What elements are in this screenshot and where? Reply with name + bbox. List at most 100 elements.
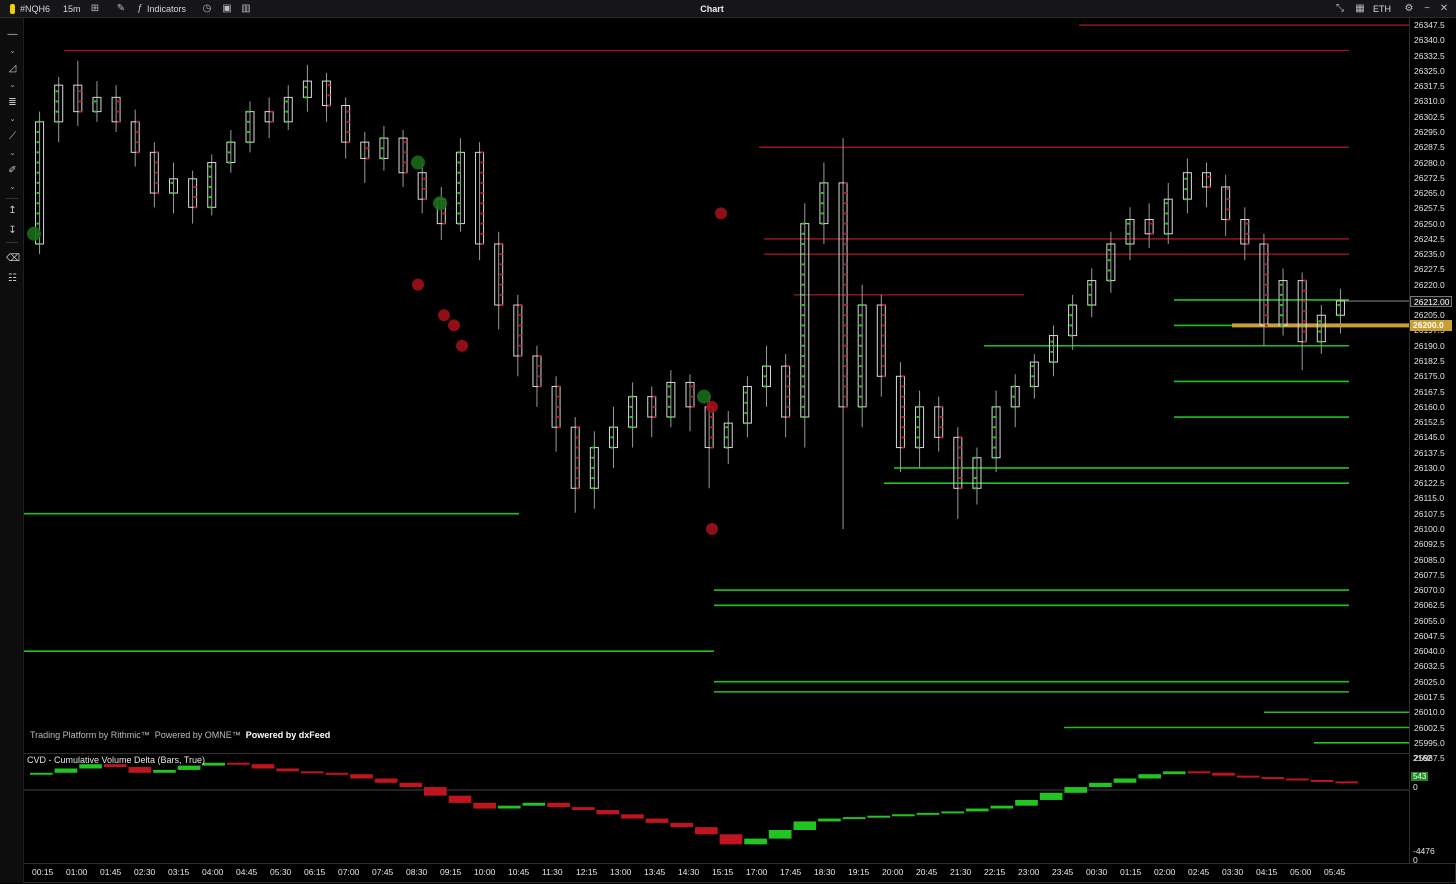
close-icon[interactable]: ✕ [1438,3,1450,15]
footprint-cell [763,375,767,378]
footprint-cell [55,100,59,103]
object-list-icon[interactable]: ☷ [6,272,19,285]
time-axis[interactable]: 00:15 01:00 01:45 02:30 03:15 04:00 04:45 05:30… [24,863,1456,884]
footprint-cell [1303,320,1307,323]
footprint-cell [155,181,159,184]
settings-gear-icon[interactable]: ⚙ [1403,3,1415,15]
time-tick-label: 15:15 [712,867,734,877]
minimize-icon[interactable]: − [1421,3,1433,15]
time-tick-label: 21:30 [950,867,972,877]
cvd-bar [1187,771,1211,774]
price-tick-label: 26190.0 [1414,340,1445,351]
volume-bubble [433,196,447,211]
cvd-bar [842,817,866,820]
chevron-down-icon[interactable]: ⌄ [6,181,19,194]
footprint-cell [1264,242,1268,245]
footprint-cell [576,446,580,449]
chevron-down-icon[interactable]: ⌄ [6,113,19,126]
cvd-bar [1162,771,1186,775]
cvd-panel[interactable] [24,753,1409,864]
footprint-cell [285,100,289,103]
footprint-cell [801,283,805,286]
time-tick-label: 22:15 [984,867,1006,877]
curve-tool-icon[interactable]: ⟋ [6,130,19,143]
price-tick-label: 26227.5 [1414,264,1445,275]
footprint-cell [1318,320,1322,323]
footprint-cell [327,84,331,87]
chevron-down-icon[interactable]: ⌄ [6,147,19,160]
time-tick-label: 07:00 [338,867,360,877]
eraser-icon[interactable]: ⌫ [6,252,20,265]
footprint-cell [1165,232,1169,235]
price-tick-label: 26235.0 [1414,249,1445,260]
footprint-cell [882,344,886,347]
footprint-cell [629,405,633,408]
footprint-cell [1280,324,1284,327]
price-tick-label: 26025.0 [1414,676,1445,687]
footprint-cell [939,436,943,439]
footprint-cell [423,187,427,190]
cvd-title: CVD - Cumulative Volume Delta (Bars, Tru… [27,755,206,765]
chevron-down-icon[interactable]: ⌄ [6,45,19,58]
footprint-cell [499,242,503,245]
footprint-cell [1226,187,1230,190]
calendar-icon[interactable]: ▦ [1354,3,1366,15]
session-selector[interactable]: ETH [1373,2,1391,16]
footprint-cell [208,185,212,188]
price-tick-label: 26265.0 [1414,188,1445,199]
footprint-cell [170,192,174,195]
ruler-tool-icon[interactable]: ✐ [6,164,19,177]
cvd-bar [1236,775,1260,778]
footprint-cell [1264,304,1268,307]
footprint-cell [327,94,331,97]
footprint-cell [170,181,174,184]
footprint-cell [844,222,848,225]
footprint-cell [901,416,905,419]
footprint-cell [844,344,848,347]
footprint-cell [247,110,250,113]
footprint-cell [859,375,863,378]
footprint-cell [1264,273,1268,276]
footprint-cell [844,334,848,337]
footprint-cell [844,202,848,205]
footprint-cell [576,426,580,429]
price-tick-label: 26302.5 [1414,111,1445,122]
footprint-cell [442,222,446,225]
price-tick-label: 26062.5 [1414,600,1445,611]
cvd-bar [1113,778,1137,783]
sell-order-icon[interactable]: ↧ [6,224,19,237]
price-axis[interactable]: 26347.5 26340.0 26332.5 26325.0 26317.5 26310… [1409,18,1456,863]
price-tick-label: 26032.5 [1414,661,1445,672]
footprint-cell [1337,304,1341,307]
line-tool-icon[interactable]: — [6,28,19,41]
footprint-cell [629,416,633,419]
footprint-cell [55,110,59,113]
footprint-cell [1280,304,1284,307]
footprint-cell [916,436,920,439]
collapse-icon[interactable]: ⤡ [1334,3,1346,15]
footprint-cell [480,151,484,154]
cvd-bar [1089,782,1112,788]
footprint-cell [667,385,671,388]
footprint-cell [480,242,484,245]
buy-order-icon[interactable]: ↥ [6,204,19,217]
footprint-cell [1031,375,1035,378]
price-tick-label: 26137.5 [1414,447,1445,458]
footprint-cell [844,273,848,276]
footprint-cell [55,120,59,123]
price-chart[interactable] [24,18,1409,753]
footprint-cell [36,171,40,174]
time-tick-label: 17:00 [746,867,768,877]
footprint-cell [480,202,484,205]
chevron-down-icon[interactable]: ⌄ [6,79,19,92]
footprint-cell [610,436,614,439]
footprint-cell [1107,249,1111,252]
footprint-cell [710,446,714,449]
cvd-bar [818,818,841,822]
price-tick-label: 26010.0 [1414,707,1445,718]
footprint-cell [36,212,40,215]
footprint-cell [591,456,595,459]
shape-tool-icon[interactable]: ◿ [6,62,19,75]
fib-tool-icon[interactable]: ≣ [6,96,19,109]
footprint-cell [1303,340,1307,343]
